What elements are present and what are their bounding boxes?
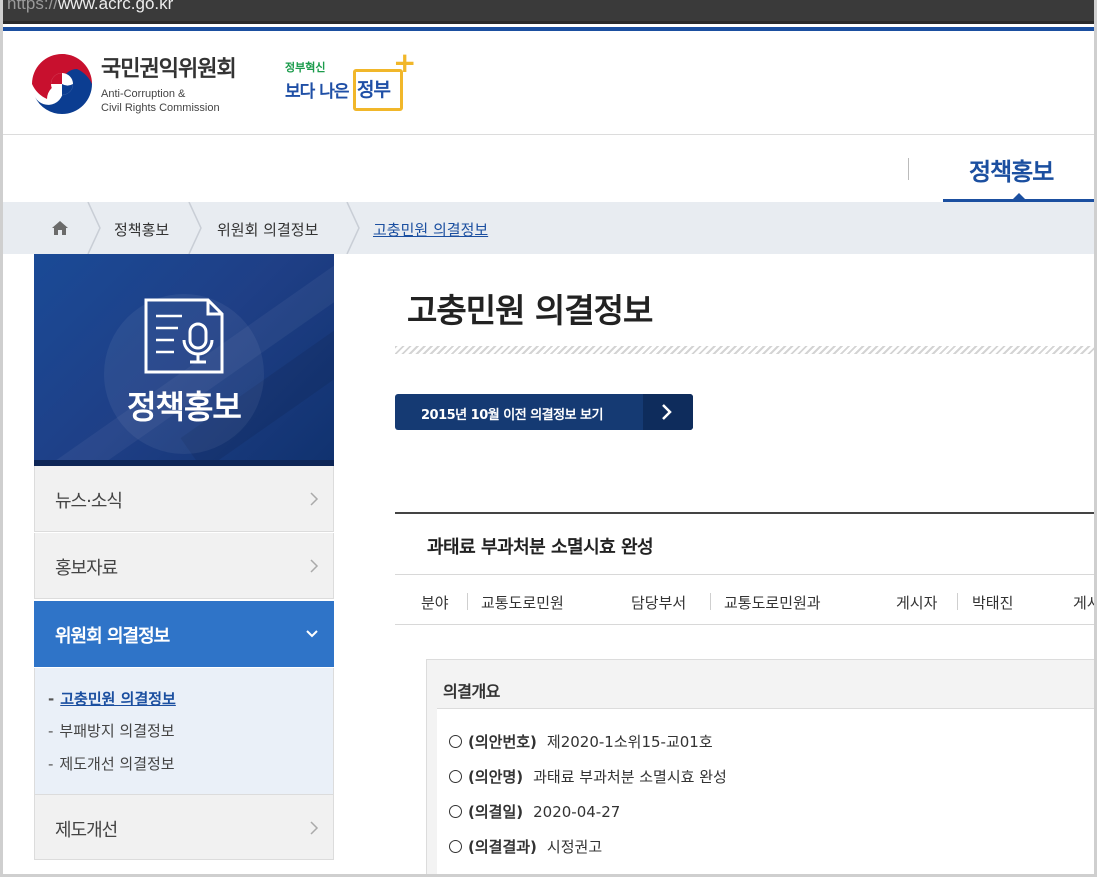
sidebar: 정책홍보 뉴스·소식 홍보자료 위원회 의결정보 - 고충민원 의결정보 - 부패방… (34, 254, 334, 874)
meta-poster-label: 게시자 (896, 594, 938, 612)
meta-dept-label: 담당부서 (631, 594, 687, 612)
gov-innovation-logo[interactable]: 정부혁신 보다 나은 정부 + (285, 46, 417, 117)
meta-bottom-divider (395, 624, 1094, 625)
submenu-bullet: - (48, 755, 54, 773)
sidebar-banner: 정책홍보 (34, 254, 334, 464)
article-title: 과태료 부과처분 소멸시효 완성 (427, 537, 654, 558)
taegeuk-emblem-icon[interactable] (31, 53, 93, 115)
gov-slogan-small: 정부혁신 (285, 61, 326, 74)
address-bar[interactable]: https://www.acrc.go.kr (3, 0, 1094, 24)
breadcrumb-chevron-icon (188, 202, 202, 254)
decision-summary-box: 의결개요 (의안번호) 제2020-1소위15-교01호 (의안명) 과태료 부과처… (426, 659, 1094, 874)
breadcrumb-item-current[interactable]: 고충민원 의결정보 (373, 219, 488, 240)
submenu-item-label: 제도개선 의결정보 (59, 755, 175, 773)
chevron-down-icon (306, 630, 318, 638)
meta-separator (467, 593, 468, 610)
org-name-en: Anti-Corruption & Civil Rights Commissio… (101, 87, 236, 115)
breadcrumb-item-policy-pr[interactable]: 정책홍보 (114, 219, 169, 240)
circle-bullet-icon (449, 735, 462, 748)
submenu-bullet: - (48, 722, 54, 740)
nav-divider (908, 158, 909, 180)
main-nav: 정책홍보 (3, 135, 1094, 202)
circle-bullet-icon (449, 770, 462, 783)
breadcrumb: 정책홍보 위원회 의결정보 고충민원 의결정보 (3, 202, 1094, 254)
org-name-en-line2: Civil Rights Commission (101, 102, 220, 114)
summary-value: 제2020-1소위15-교01호 (546, 733, 713, 751)
sidebar-submenu: - 고충민원 의결정보 - 부패방지 의결정보 - 제도개선 의결정보 (34, 668, 334, 794)
breadcrumb-chevron-icon (346, 202, 360, 254)
view-old-decisions-button[interactable]: 2015년 10월 이전 의결정보 보기 (395, 394, 693, 430)
circle-bullet-icon (449, 805, 462, 818)
decision-summary-body: (의안번호) 제2020-1소위15-교01호 (의안명) 과태료 부과처분 소멸시… (437, 708, 1094, 874)
view-old-decisions-label: 2015년 10월 이전 의결정보 보기 (421, 408, 603, 423)
breadcrumb-item-committee-decisions[interactable]: 위원회 의결정보 (217, 219, 318, 240)
submenu-item-anticorruption-decisions[interactable]: - 부패방지 의결정보 (48, 720, 175, 741)
plus-icon: + (393, 46, 417, 79)
submenu-item-system-improvement-decisions[interactable]: - 제도개선 의결정보 (48, 753, 175, 774)
summary-value: 2020-04-27 (533, 803, 621, 821)
chevron-right-icon (310, 821, 319, 835)
view-old-decisions-arrow (643, 394, 693, 430)
article-top-border (395, 512, 1094, 514)
gov-slogan-big: 보다 나은 (285, 82, 349, 102)
meta-separator (710, 593, 711, 610)
url-host: www.acrc.go.kr (58, 0, 174, 13)
chevron-right-icon (310, 492, 319, 506)
url-scheme: https:// (7, 0, 59, 13)
summary-key: (의안명) (468, 768, 524, 786)
summary-value: 과태료 부과처분 소멸시효 완성 (533, 768, 727, 786)
decision-summary-heading: 의결개요 (443, 682, 500, 701)
page-title: 고충민원 의결정보 (407, 291, 653, 330)
circle-bullet-icon (449, 840, 462, 853)
article-title-divider (395, 574, 1094, 575)
submenu-item-label: 고충민원 의결정보 (60, 690, 176, 708)
gov-slogan-box-text: 정부 (357, 79, 391, 101)
summary-row-decision-date: (의결일) 2020-04-27 (449, 801, 620, 822)
meta-field-value: 교통도로민원 (481, 594, 564, 612)
summary-key: (의결결과) (468, 838, 537, 856)
site-header: 국민권익위원회 Anti-Corruption & Civil Rights C… (3, 31, 1094, 135)
summary-key: (의결일) (468, 803, 524, 821)
url-text[interactable]: https://www.acrc.go.kr (7, 0, 173, 14)
summary-row-bill-number: (의안번호) 제2020-1소위15-교01호 (449, 731, 713, 752)
meta-date-label: 게시 (1073, 594, 1094, 612)
nav-menu-policy-pr[interactable]: 정책홍보 (969, 152, 1054, 187)
meta-separator (957, 593, 958, 610)
summary-value: 시정권고 (546, 838, 603, 856)
meta-poster-value: 박태진 (972, 594, 1014, 612)
main-content: 고충민원 의결정보 2015년 10월 이전 의결정보 보기 과태료 부과처분 … (395, 254, 1094, 874)
sidebar-item-news[interactable]: 뉴스·소식 (34, 466, 334, 532)
summary-row-decision-result: (의결결과) 시정권고 (449, 836, 602, 857)
sidebar-item-system-improvement[interactable]: 제도개선 (34, 794, 334, 860)
meta-field-label: 분야 (421, 594, 449, 612)
breadcrumb-chevron-icon (87, 202, 101, 254)
sidebar-item-label: 뉴스·소식 (55, 491, 123, 512)
summary-key: (의안번호) (468, 733, 537, 751)
title-hatch-divider (395, 346, 1094, 354)
home-icon[interactable] (51, 220, 69, 236)
org-name-kr: 국민권익위원회 (101, 57, 237, 82)
sidebar-item-label: 홍보자료 (55, 558, 118, 579)
browser-window: https://www.acrc.go.kr 국민권익위원회 Anti-Corr… (0, 0, 1097, 877)
summary-row-bill-name: (의안명) 과태료 부과처분 소멸시효 완성 (449, 766, 727, 787)
sidebar-item-committee-decisions[interactable]: 위원회 의결정보 (34, 601, 334, 667)
org-name-en-line1: Anti-Corruption & (101, 88, 186, 100)
document-microphone-icon (144, 298, 224, 374)
sidebar-item-label: 제도개선 (55, 820, 118, 841)
meta-dept-value: 교통도로민원과 (724, 594, 821, 612)
submenu-item-label: 부패방지 의결정보 (59, 722, 175, 740)
org-logo-text[interactable]: 국민권익위원회 Anti-Corruption & Civil Rights C… (101, 51, 237, 115)
sidebar-item-pr-materials[interactable]: 홍보자료 (34, 533, 334, 599)
chevron-right-icon (310, 559, 319, 573)
chevron-right-icon (662, 404, 672, 420)
submenu-bullet: - (48, 690, 55, 708)
sidebar-item-label: 위원회 의결정보 (55, 626, 170, 647)
sidebar-banner-title: 정책홍보 (127, 388, 242, 426)
nav-active-caret-icon (1013, 193, 1025, 199)
submenu-item-grievance-decisions[interactable]: - 고충민원 의결정보 (48, 688, 176, 709)
